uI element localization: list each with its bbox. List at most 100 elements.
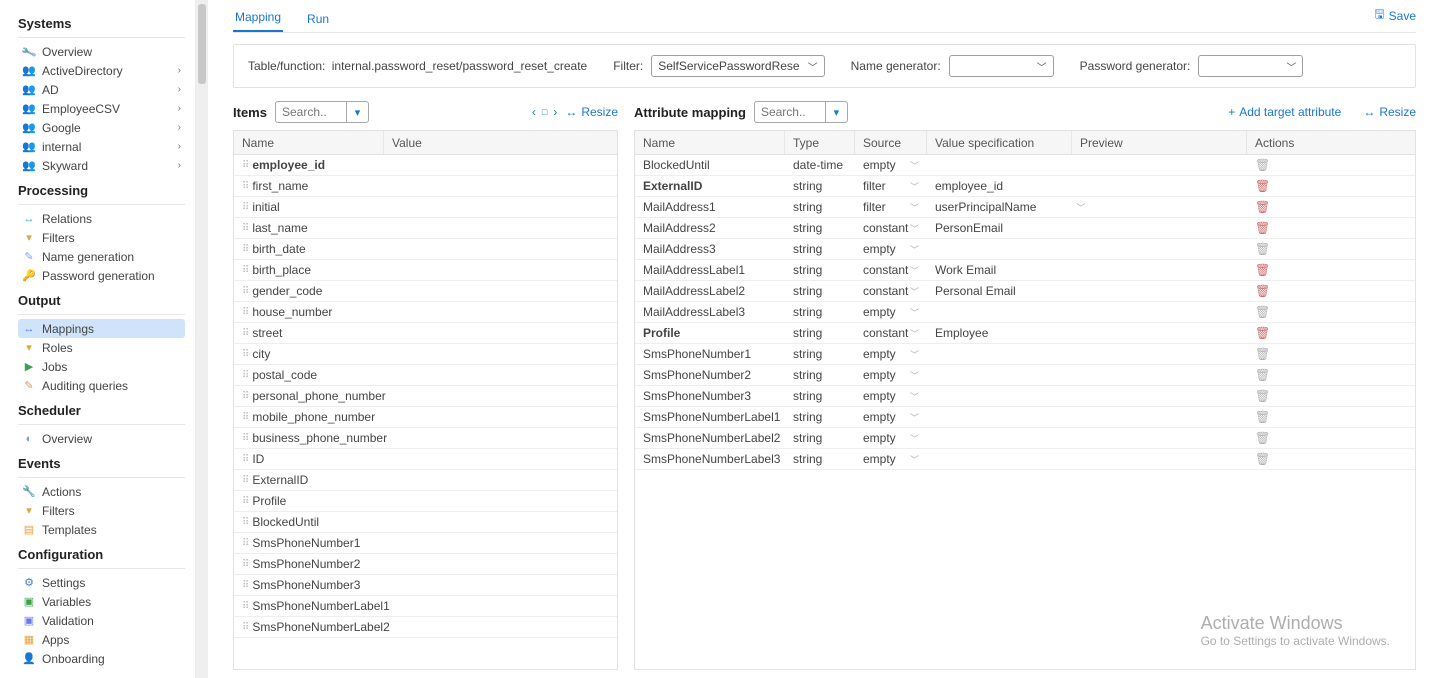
- table-row[interactable]: ⠿ street: [234, 323, 617, 344]
- sidebar-item-google[interactable]: 👥 Google ›: [18, 118, 185, 137]
- table-row[interactable]: ⠿ initial: [234, 197, 617, 218]
- attr-th-preview[interactable]: Preview: [1072, 131, 1247, 154]
- attr-source[interactable]: filter﹀: [855, 176, 927, 196]
- attr-source[interactable]: constant﹀: [855, 260, 927, 280]
- items-next-icon[interactable]: ›: [553, 105, 557, 119]
- sidebar-item-skyward[interactable]: 👥 Skyward ›: [18, 156, 185, 175]
- sidebar-item-roles[interactable]: ▾ Roles: [18, 338, 185, 357]
- attr-th-actions[interactable]: Actions: [1247, 131, 1415, 154]
- sidebar-item-auditing queries[interactable]: ✎ Auditing queries: [18, 376, 185, 395]
- tab-run[interactable]: Run: [305, 6, 331, 32]
- attr-filter-icon[interactable]: ▾: [825, 101, 847, 123]
- attr-search-input[interactable]: [755, 102, 825, 122]
- delete-icon[interactable]: 🗑: [1255, 242, 1270, 256]
- table-row[interactable]: ⠿ personal_phone_number: [234, 386, 617, 407]
- attr-source[interactable]: empty﹀: [855, 155, 927, 175]
- table-row[interactable]: ⠿ birth_place: [234, 260, 617, 281]
- table-row[interactable]: MailAddressLabel2 string constant﹀ Perso…: [635, 281, 1415, 302]
- table-row[interactable]: ⠿ employee_id: [234, 155, 617, 176]
- table-row[interactable]: ⠿ city: [234, 344, 617, 365]
- table-row[interactable]: ⠿ SmsPhoneNumberLabel2: [234, 617, 617, 638]
- delete-icon[interactable]: 🗑: [1255, 368, 1270, 382]
- sidebar-scrollbar[interactable]: [195, 0, 213, 678]
- sidebar-item-onboarding[interactable]: 👤 Onboarding: [18, 649, 185, 668]
- sidebar-item-jobs[interactable]: ▶ Jobs: [18, 357, 185, 376]
- attr-source[interactable]: empty﹀: [855, 344, 927, 364]
- save-button[interactable]: 🖫 Save: [1374, 5, 1416, 32]
- table-row[interactable]: ⠿ SmsPhoneNumber3: [234, 575, 617, 596]
- name-generator-select[interactable]: ﹀: [949, 55, 1054, 77]
- tab-mapping[interactable]: Mapping: [233, 4, 283, 32]
- table-row[interactable]: ⠿ birth_date: [234, 239, 617, 260]
- table-row[interactable]: SmsPhoneNumberLabel3 string empty﹀ 🗑: [635, 449, 1415, 470]
- table-row[interactable]: ⠿ ID: [234, 449, 617, 470]
- delete-icon[interactable]: 🗑: [1255, 263, 1270, 277]
- sidebar-item-overview[interactable]: ◐ Overview: [18, 429, 185, 448]
- table-row[interactable]: ⠿ BlockedUntil: [234, 512, 617, 533]
- table-row[interactable]: ⠿ SmsPhoneNumber2: [234, 554, 617, 575]
- table-row[interactable]: SmsPhoneNumber3 string empty﹀ 🗑: [635, 386, 1415, 407]
- delete-icon[interactable]: 🗑: [1255, 305, 1270, 319]
- table-row[interactable]: ⠿ first_name: [234, 176, 617, 197]
- items-resize-button[interactable]: ↔ Resize: [565, 105, 618, 119]
- table-row[interactable]: ⠿ SmsPhoneNumber1: [234, 533, 617, 554]
- delete-icon[interactable]: 🗑: [1255, 179, 1270, 193]
- attr-source[interactable]: constant﹀: [855, 323, 927, 343]
- sidebar-item-filters[interactable]: ▾ Filters: [18, 228, 185, 247]
- sidebar-item-internal[interactable]: 👥 internal ›: [18, 137, 185, 156]
- filter-select[interactable]: SelfServicePasswordRese﹀: [651, 55, 824, 77]
- items-th-name[interactable]: Name: [234, 131, 384, 154]
- sidebar-item-actions[interactable]: 🔧 Actions: [18, 482, 185, 501]
- table-row[interactable]: MailAddress2 string constant﹀ PersonEmai…: [635, 218, 1415, 239]
- table-row[interactable]: SmsPhoneNumber1 string empty﹀ 🗑: [635, 344, 1415, 365]
- delete-icon[interactable]: 🗑: [1255, 389, 1270, 403]
- sidebar-item-employeecsv[interactable]: 👥 EmployeeCSV ›: [18, 99, 185, 118]
- delete-icon[interactable]: 🗑: [1255, 410, 1270, 424]
- delete-icon[interactable]: 🗑: [1255, 431, 1270, 445]
- attr-th-source[interactable]: Source: [855, 131, 927, 154]
- table-row[interactable]: ⠿ mobile_phone_number: [234, 407, 617, 428]
- attr-source[interactable]: empty﹀: [855, 449, 927, 469]
- attr-resize-button[interactable]: ↔ Resize: [1363, 105, 1416, 119]
- table-row[interactable]: ⠿ postal_code: [234, 365, 617, 386]
- attr-source[interactable]: constant﹀: [855, 281, 927, 301]
- table-row[interactable]: SmsPhoneNumberLabel1 string empty﹀ 🗑: [635, 407, 1415, 428]
- delete-icon[interactable]: 🗑: [1255, 347, 1270, 361]
- table-row[interactable]: MailAddressLabel3 string empty﹀ 🗑: [635, 302, 1415, 323]
- sidebar-item-settings[interactable]: ⚙ Settings: [18, 573, 185, 592]
- attr-source[interactable]: constant﹀: [855, 218, 927, 238]
- delete-icon[interactable]: 🗑: [1255, 200, 1270, 214]
- sidebar-item-templates[interactable]: ▤ Templates: [18, 520, 185, 539]
- add-target-attribute-button[interactable]: + Add target attribute: [1228, 105, 1341, 119]
- attr-source[interactable]: empty﹀: [855, 386, 927, 406]
- sidebar-item-mappings[interactable]: ↔ Mappings: [18, 319, 185, 338]
- attr-source[interactable]: filter﹀: [855, 197, 927, 217]
- delete-icon[interactable]: 🗑: [1255, 158, 1270, 172]
- table-row[interactable]: ⠿ last_name: [234, 218, 617, 239]
- table-row[interactable]: ⠿ gender_code: [234, 281, 617, 302]
- table-row[interactable]: ⠿ business_phone_number: [234, 428, 617, 449]
- table-row[interactable]: ⠿ ExternalID: [234, 470, 617, 491]
- sidebar-item-validation[interactable]: ▣ Validation: [18, 611, 185, 630]
- table-row[interactable]: ⠿ SmsPhoneNumberLabel1: [234, 596, 617, 617]
- table-row[interactable]: BlockedUntil date-time empty﹀ 🗑: [635, 155, 1415, 176]
- sidebar-item-password generation[interactable]: 🔑 Password generation: [18, 266, 185, 285]
- table-row[interactable]: ⠿ Profile: [234, 491, 617, 512]
- delete-icon[interactable]: 🗑: [1255, 221, 1270, 235]
- sidebar-item-relations[interactable]: ↔ Relations: [18, 209, 185, 228]
- attr-source[interactable]: empty﹀: [855, 428, 927, 448]
- sidebar-item-filters[interactable]: ▾ Filters: [18, 501, 185, 520]
- attr-source[interactable]: empty﹀: [855, 302, 927, 322]
- sidebar-item-activedirectory[interactable]: 👥 ActiveDirectory ›: [18, 61, 185, 80]
- delete-icon[interactable]: 🗑: [1255, 326, 1270, 340]
- sidebar-item-ad[interactable]: 👥 AD ›: [18, 80, 185, 99]
- attr-th-name[interactable]: Name: [635, 131, 785, 154]
- table-row[interactable]: ⠿ house_number: [234, 302, 617, 323]
- sidebar-item-variables[interactable]: ▣ Variables: [18, 592, 185, 611]
- table-row[interactable]: SmsPhoneNumber2 string empty﹀ 🗑: [635, 365, 1415, 386]
- items-th-value[interactable]: Value: [384, 131, 617, 154]
- sidebar-item-apps[interactable]: ▦ Apps: [18, 630, 185, 649]
- attr-source[interactable]: empty﹀: [855, 239, 927, 259]
- table-row[interactable]: MailAddressLabel1 string constant﹀ Work …: [635, 260, 1415, 281]
- attr-th-valspec[interactable]: Value specification: [927, 131, 1072, 154]
